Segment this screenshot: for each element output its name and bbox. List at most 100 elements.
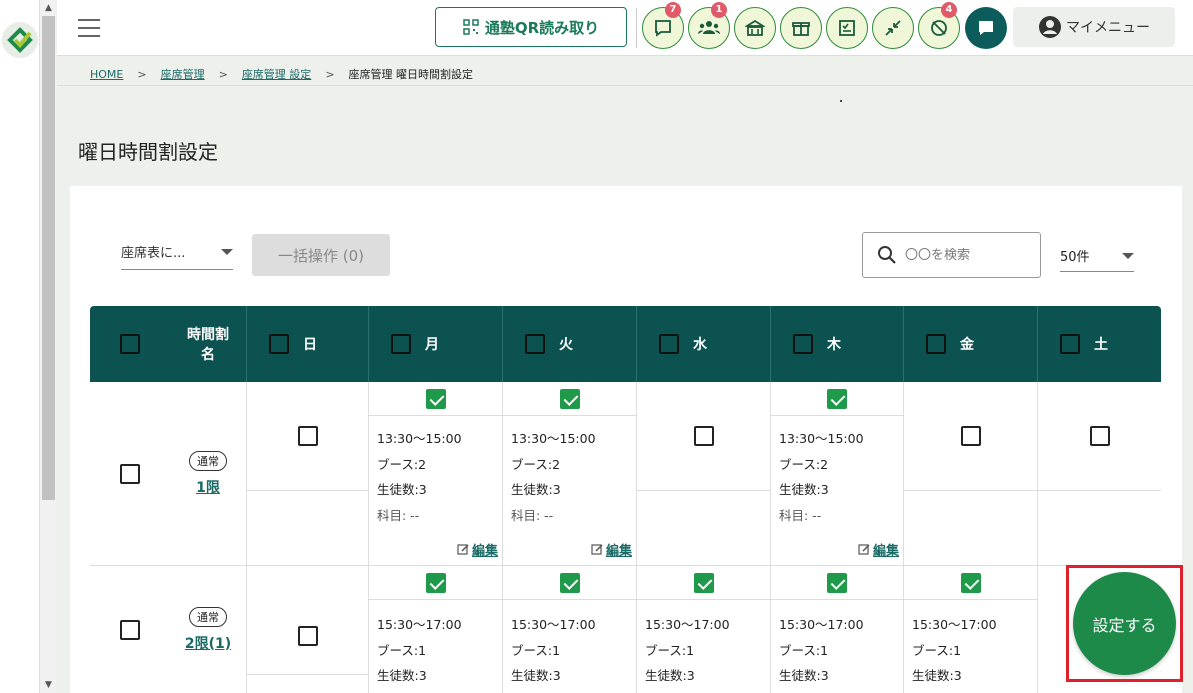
my-menu-label: マイメニュー <box>1066 20 1150 36</box>
slot-students: 生徒数:3 <box>912 668 962 683</box>
disabled-check-icon <box>931 20 947 36</box>
slot-time: 15:30〜17:00 <box>511 617 596 632</box>
select-all-checkbox[interactable] <box>120 334 140 354</box>
slot-wed: 15:30〜17:00 ブース:1 生徒数:3 <box>637 566 771 693</box>
header-day-mon: 月 <box>369 306 503 382</box>
day-wed-label: 水 <box>693 337 707 353</box>
day-wed-checkbox[interactable] <box>659 334 679 354</box>
scroll-up-icon[interactable]: ▲ <box>40 0 57 16</box>
school-building-icon <box>745 19 765 36</box>
slot-checkbox-checked[interactable] <box>693 572 714 593</box>
slot-divider <box>904 490 1037 491</box>
slot-checkbox[interactable] <box>297 626 318 646</box>
slot-time: 15:30〜17:00 <box>645 617 730 632</box>
slot-mon: 13:30〜15:00 ブース:2 生徒数:3 科目: -- 編集 <box>369 382 503 565</box>
slot-subject: 科目: -- <box>511 507 554 523</box>
slot-checkbox-checked[interactable] <box>425 572 446 593</box>
day-tue-label: 火 <box>559 337 573 353</box>
students-button[interactable]: 1 <box>688 2 730 49</box>
seat-table-select[interactable]: 座席表に... <box>121 234 233 270</box>
slot-students: 生徒数:3 <box>645 668 695 683</box>
edit-link[interactable]: 編集 <box>591 540 632 559</box>
slot-checkbox-checked[interactable] <box>960 572 981 593</box>
my-menu-button[interactable]: マイメニュー <box>1013 7 1175 47</box>
day-tue-checkbox[interactable] <box>525 334 545 354</box>
day-thu-checkbox[interactable] <box>793 334 813 354</box>
content-card: 座席表に... 一括操作 (0) 50件 時間割名 日 月 <box>70 186 1182 693</box>
scroll-thumb[interactable] <box>42 16 55 500</box>
timetable-name-link[interactable]: 1限 <box>196 477 220 497</box>
breadcrumb-seat-management-link[interactable]: 座席管理 <box>161 66 205 82</box>
breadcrumb-divider <box>57 85 1193 86</box>
messages-button[interactable]: 7 <box>642 2 684 49</box>
bulk-action-button[interactable]: 一括操作 (0) <box>252 234 390 276</box>
slot-checkbox-checked[interactable] <box>425 388 446 409</box>
search-box[interactable] <box>862 232 1041 278</box>
scroll-down-icon[interactable]: ▼ <box>40 677 57 693</box>
day-fri-label: 金 <box>960 337 974 353</box>
slot-time: 15:30〜17:00 <box>377 617 462 632</box>
slot-top <box>904 566 1037 600</box>
header-day-thu: 木 <box>771 306 904 382</box>
messages-badge: 7 <box>665 2 681 18</box>
app-logo-icon[interactable] <box>2 22 38 58</box>
type-chip: 通常 <box>189 450 227 471</box>
qr-scan-button[interactable]: 通塾QR読み取り <box>435 7 627 47</box>
alerts-badge: 4 <box>941 2 957 18</box>
slot-checkbox-checked[interactable] <box>559 572 580 593</box>
slot-details: 13:30〜15:00 ブース:2 生徒数:3 科目: -- <box>377 426 462 528</box>
collapse-button[interactable] <box>872 7 914 49</box>
collapse-arrows-icon <box>885 20 901 36</box>
slot-checkbox-checked[interactable] <box>827 572 847 593</box>
qr-code-icon <box>463 19 479 35</box>
breadcrumb-home-link[interactable]: HOME <box>90 68 123 81</box>
students-badge: 1 <box>711 2 727 18</box>
timetable-name-cell: 通常 1限 <box>170 382 247 565</box>
slot-checkbox-checked[interactable] <box>559 388 580 409</box>
checklist-icon <box>839 20 855 36</box>
gift-button[interactable] <box>780 7 822 49</box>
hamburger-menu-icon[interactable] <box>77 16 101 40</box>
slot-top <box>503 566 636 600</box>
row-checkbox[interactable] <box>120 619 140 640</box>
school-button[interactable] <box>734 7 776 49</box>
slot-students: 生徒数:3 <box>377 668 427 683</box>
slot-top <box>637 566 770 600</box>
day-mon-checkbox[interactable] <box>391 334 411 354</box>
slot-booth: ブース:1 <box>377 642 427 658</box>
edit-link[interactable]: 編集 <box>457 540 498 559</box>
breadcrumb-seat-settings-link[interactable]: 座席管理 設定 <box>242 66 312 82</box>
edit-link[interactable]: 編集 <box>858 540 899 559</box>
chat-button[interactable] <box>965 7 1007 49</box>
slot-checkbox[interactable] <box>297 426 318 446</box>
day-fri-checkbox[interactable] <box>926 334 946 354</box>
day-sat-checkbox[interactable] <box>1060 334 1080 354</box>
checklist-button[interactable] <box>826 7 868 49</box>
per-page-select[interactable]: 50件 <box>1060 240 1134 272</box>
edit-icon <box>591 544 603 555</box>
day-sat-label: 土 <box>1094 337 1108 353</box>
row-checkbox[interactable] <box>120 463 140 484</box>
slot-checkbox[interactable] <box>693 426 714 446</box>
breadcrumb-separator-icon: > <box>218 67 228 81</box>
day-sun-checkbox[interactable] <box>269 334 289 354</box>
header-divider <box>636 8 637 48</box>
edit-label: 編集 <box>872 544 899 559</box>
timetable-name-link[interactable]: 2限(1) <box>185 633 231 653</box>
header-select-all <box>90 306 170 382</box>
gift-icon <box>792 22 810 36</box>
slot-checkbox[interactable] <box>1089 426 1110 446</box>
per-page-value: 50件 <box>1060 250 1090 265</box>
chat-icon <box>979 21 993 35</box>
slot-thu: 15:30〜17:00 ブース:1 生徒数:3 <box>771 566 904 693</box>
edit-icon <box>858 544 870 555</box>
header-day-tue: 火 <box>503 306 637 382</box>
slot-checkbox-checked[interactable] <box>827 388 847 409</box>
alerts-button[interactable]: 4 <box>918 2 960 49</box>
qr-scan-label: 通塾QR読み取り <box>484 18 600 37</box>
slot-details: 15:30〜17:00 ブース:1 生徒数:3 <box>912 612 997 689</box>
table-row: 通常 2限(1) 15:30〜17:00 ブース:1 生徒数:3 15:30〜1… <box>90 566 1161 693</box>
slot-checkbox[interactable] <box>960 426 981 446</box>
scrollbar[interactable]: ▲ ▼ <box>40 0 57 693</box>
search-input[interactable] <box>905 247 1035 263</box>
